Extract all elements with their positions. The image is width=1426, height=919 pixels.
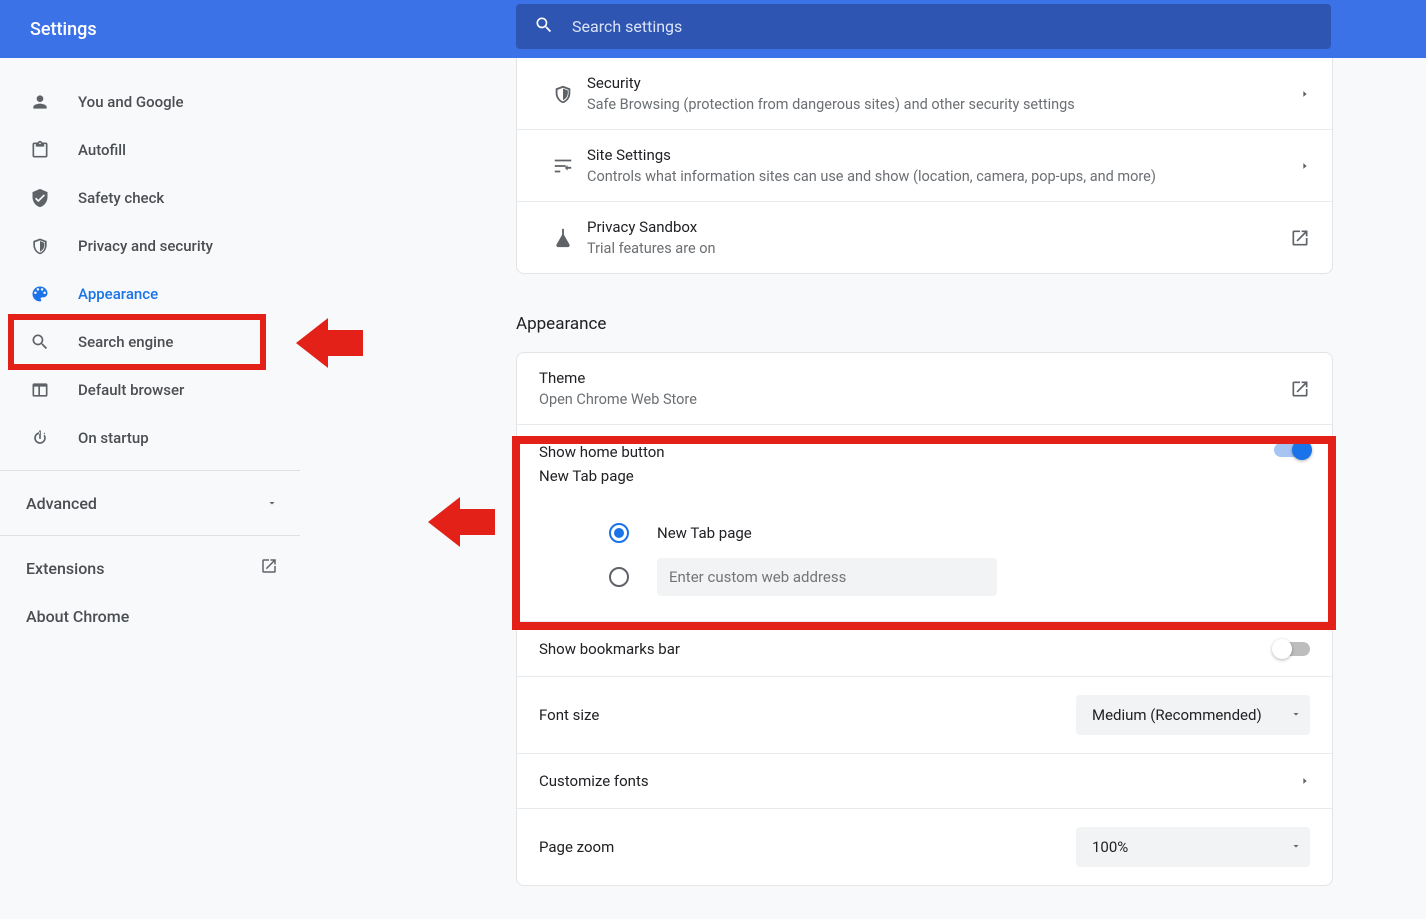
select-page-zoom[interactable]: 100%	[1076, 827, 1310, 867]
sidebar-item-default-browser[interactable]: Default browser	[0, 366, 300, 414]
sidebar-label: You and Google	[78, 93, 183, 111]
divider	[0, 535, 300, 536]
chevron-right-icon	[1300, 89, 1310, 99]
chevron-right-icon	[1300, 772, 1310, 790]
select-value: Medium (Recommended)	[1092, 706, 1262, 724]
row-subtitle: Safe Browsing (protection from dangerous…	[587, 96, 1300, 113]
power-icon	[30, 428, 78, 448]
radio-newtab[interactable]	[609, 523, 629, 543]
row-subtitle: Controls what information sites can use …	[587, 168, 1300, 185]
search-icon	[534, 15, 554, 39]
sidebar-item-appearance[interactable]: Appearance	[0, 270, 300, 318]
sidebar-about-chrome[interactable]: About Chrome	[0, 592, 300, 640]
row-subtitle: Trial features are on	[587, 240, 1290, 257]
row-title: Theme	[539, 369, 1290, 387]
row-site-settings[interactable]: Site Settings Controls what information …	[517, 129, 1332, 201]
search-icon	[30, 332, 78, 352]
open-external-icon	[260, 557, 278, 579]
row-title: Font size	[539, 706, 599, 724]
chevron-down-icon	[1290, 838, 1302, 856]
open-external-icon	[1290, 379, 1310, 399]
appearance-heading: Appearance	[516, 314, 1333, 334]
sidebar-item-privacy-security[interactable]: Privacy and security	[0, 222, 300, 270]
sidebar-label: Search engine	[78, 333, 173, 351]
row-show-home-button[interactable]: Show home button New Tab page	[517, 424, 1332, 503]
custom-url-input[interactable]	[657, 558, 997, 596]
sidebar-label: Privacy and security	[78, 237, 213, 255]
shield-icon	[30, 236, 78, 256]
home-button-options: New Tab page	[517, 503, 1332, 621]
sidebar-label: On startup	[78, 429, 149, 447]
radio-row-newtab[interactable]: New Tab page	[609, 511, 1310, 555]
extensions-label: Extensions	[26, 559, 104, 578]
sidebar-item-you-and-google[interactable]: You and Google	[0, 78, 300, 126]
advanced-label: Advanced	[26, 494, 97, 513]
clipboard-icon	[30, 140, 78, 160]
row-theme[interactable]: Theme Open Chrome Web Store	[517, 353, 1332, 424]
sidebar-label: Safety check	[78, 189, 164, 207]
sliders-icon	[539, 155, 587, 177]
sidebar-item-autofill[interactable]: Autofill	[0, 126, 300, 174]
open-external-icon	[1290, 228, 1310, 248]
chevron-right-icon	[1300, 161, 1310, 171]
annotation-arrow-sidebar	[296, 318, 363, 368]
row-privacy-sandbox[interactable]: Privacy Sandbox Trial features are on	[517, 201, 1332, 273]
row-subtitle: New Tab page	[539, 467, 665, 485]
sidebar-label: Appearance	[78, 285, 158, 303]
toggle-bookmarks[interactable]	[1274, 642, 1310, 656]
row-subtitle: Open Chrome Web Store	[539, 391, 1290, 408]
sidebar-label: Default browser	[78, 381, 184, 399]
flask-icon	[539, 227, 587, 249]
select-font-size[interactable]: Medium (Recommended)	[1076, 695, 1310, 735]
toggle-show-home[interactable]	[1274, 443, 1310, 457]
window-icon	[30, 380, 78, 400]
row-title: Show bookmarks bar	[539, 640, 680, 658]
search-input[interactable]	[572, 17, 1313, 36]
radio-newtab-label: New Tab page	[657, 524, 752, 542]
sidebar-extensions[interactable]: Extensions	[0, 544, 300, 592]
shield-icon	[539, 83, 587, 105]
row-title: Privacy Sandbox	[587, 218, 1290, 236]
radio-custom-url[interactable]	[609, 567, 629, 587]
palette-icon	[30, 284, 78, 304]
page-title: Settings	[30, 19, 520, 40]
sidebar-label: Autofill	[78, 141, 126, 159]
row-title: Page zoom	[539, 838, 614, 856]
chevron-down-icon	[266, 494, 278, 513]
row-show-bookmarks[interactable]: Show bookmarks bar	[517, 621, 1332, 676]
search-bar[interactable]	[516, 4, 1331, 49]
radio-row-custom[interactable]	[609, 555, 1310, 599]
row-title: Show home button	[539, 443, 665, 461]
row-customize-fonts[interactable]: Customize fonts	[517, 753, 1332, 808]
sidebar-item-on-startup[interactable]: On startup	[0, 414, 300, 462]
header-bar: Settings	[0, 0, 1426, 58]
sidebar: You and Google Autofill Safety check Pri…	[0, 58, 300, 640]
row-page-zoom: Page zoom 100%	[517, 808, 1332, 885]
appearance-card: Theme Open Chrome Web Store Show home bu…	[516, 352, 1333, 886]
about-label: About Chrome	[26, 607, 129, 626]
sidebar-advanced[interactable]: Advanced	[0, 479, 300, 527]
privacy-card: Security Safe Browsing (protection from …	[516, 58, 1333, 274]
row-title: Site Settings	[587, 146, 1300, 164]
sidebar-item-search-engine[interactable]: Search engine	[0, 318, 300, 366]
select-value: 100%	[1092, 838, 1128, 856]
sidebar-item-safety-check[interactable]: Safety check	[0, 174, 300, 222]
main-content: Security Safe Browsing (protection from …	[516, 58, 1333, 886]
person-icon	[30, 92, 78, 112]
annotation-arrow-home	[428, 497, 495, 547]
chevron-down-icon	[1290, 706, 1302, 724]
divider	[0, 470, 300, 471]
verified-shield-icon	[30, 188, 78, 208]
row-security[interactable]: Security Safe Browsing (protection from …	[517, 58, 1332, 129]
row-title: Security	[587, 74, 1300, 92]
row-title: Customize fonts	[539, 772, 649, 790]
row-font-size: Font size Medium (Recommended)	[517, 676, 1332, 753]
